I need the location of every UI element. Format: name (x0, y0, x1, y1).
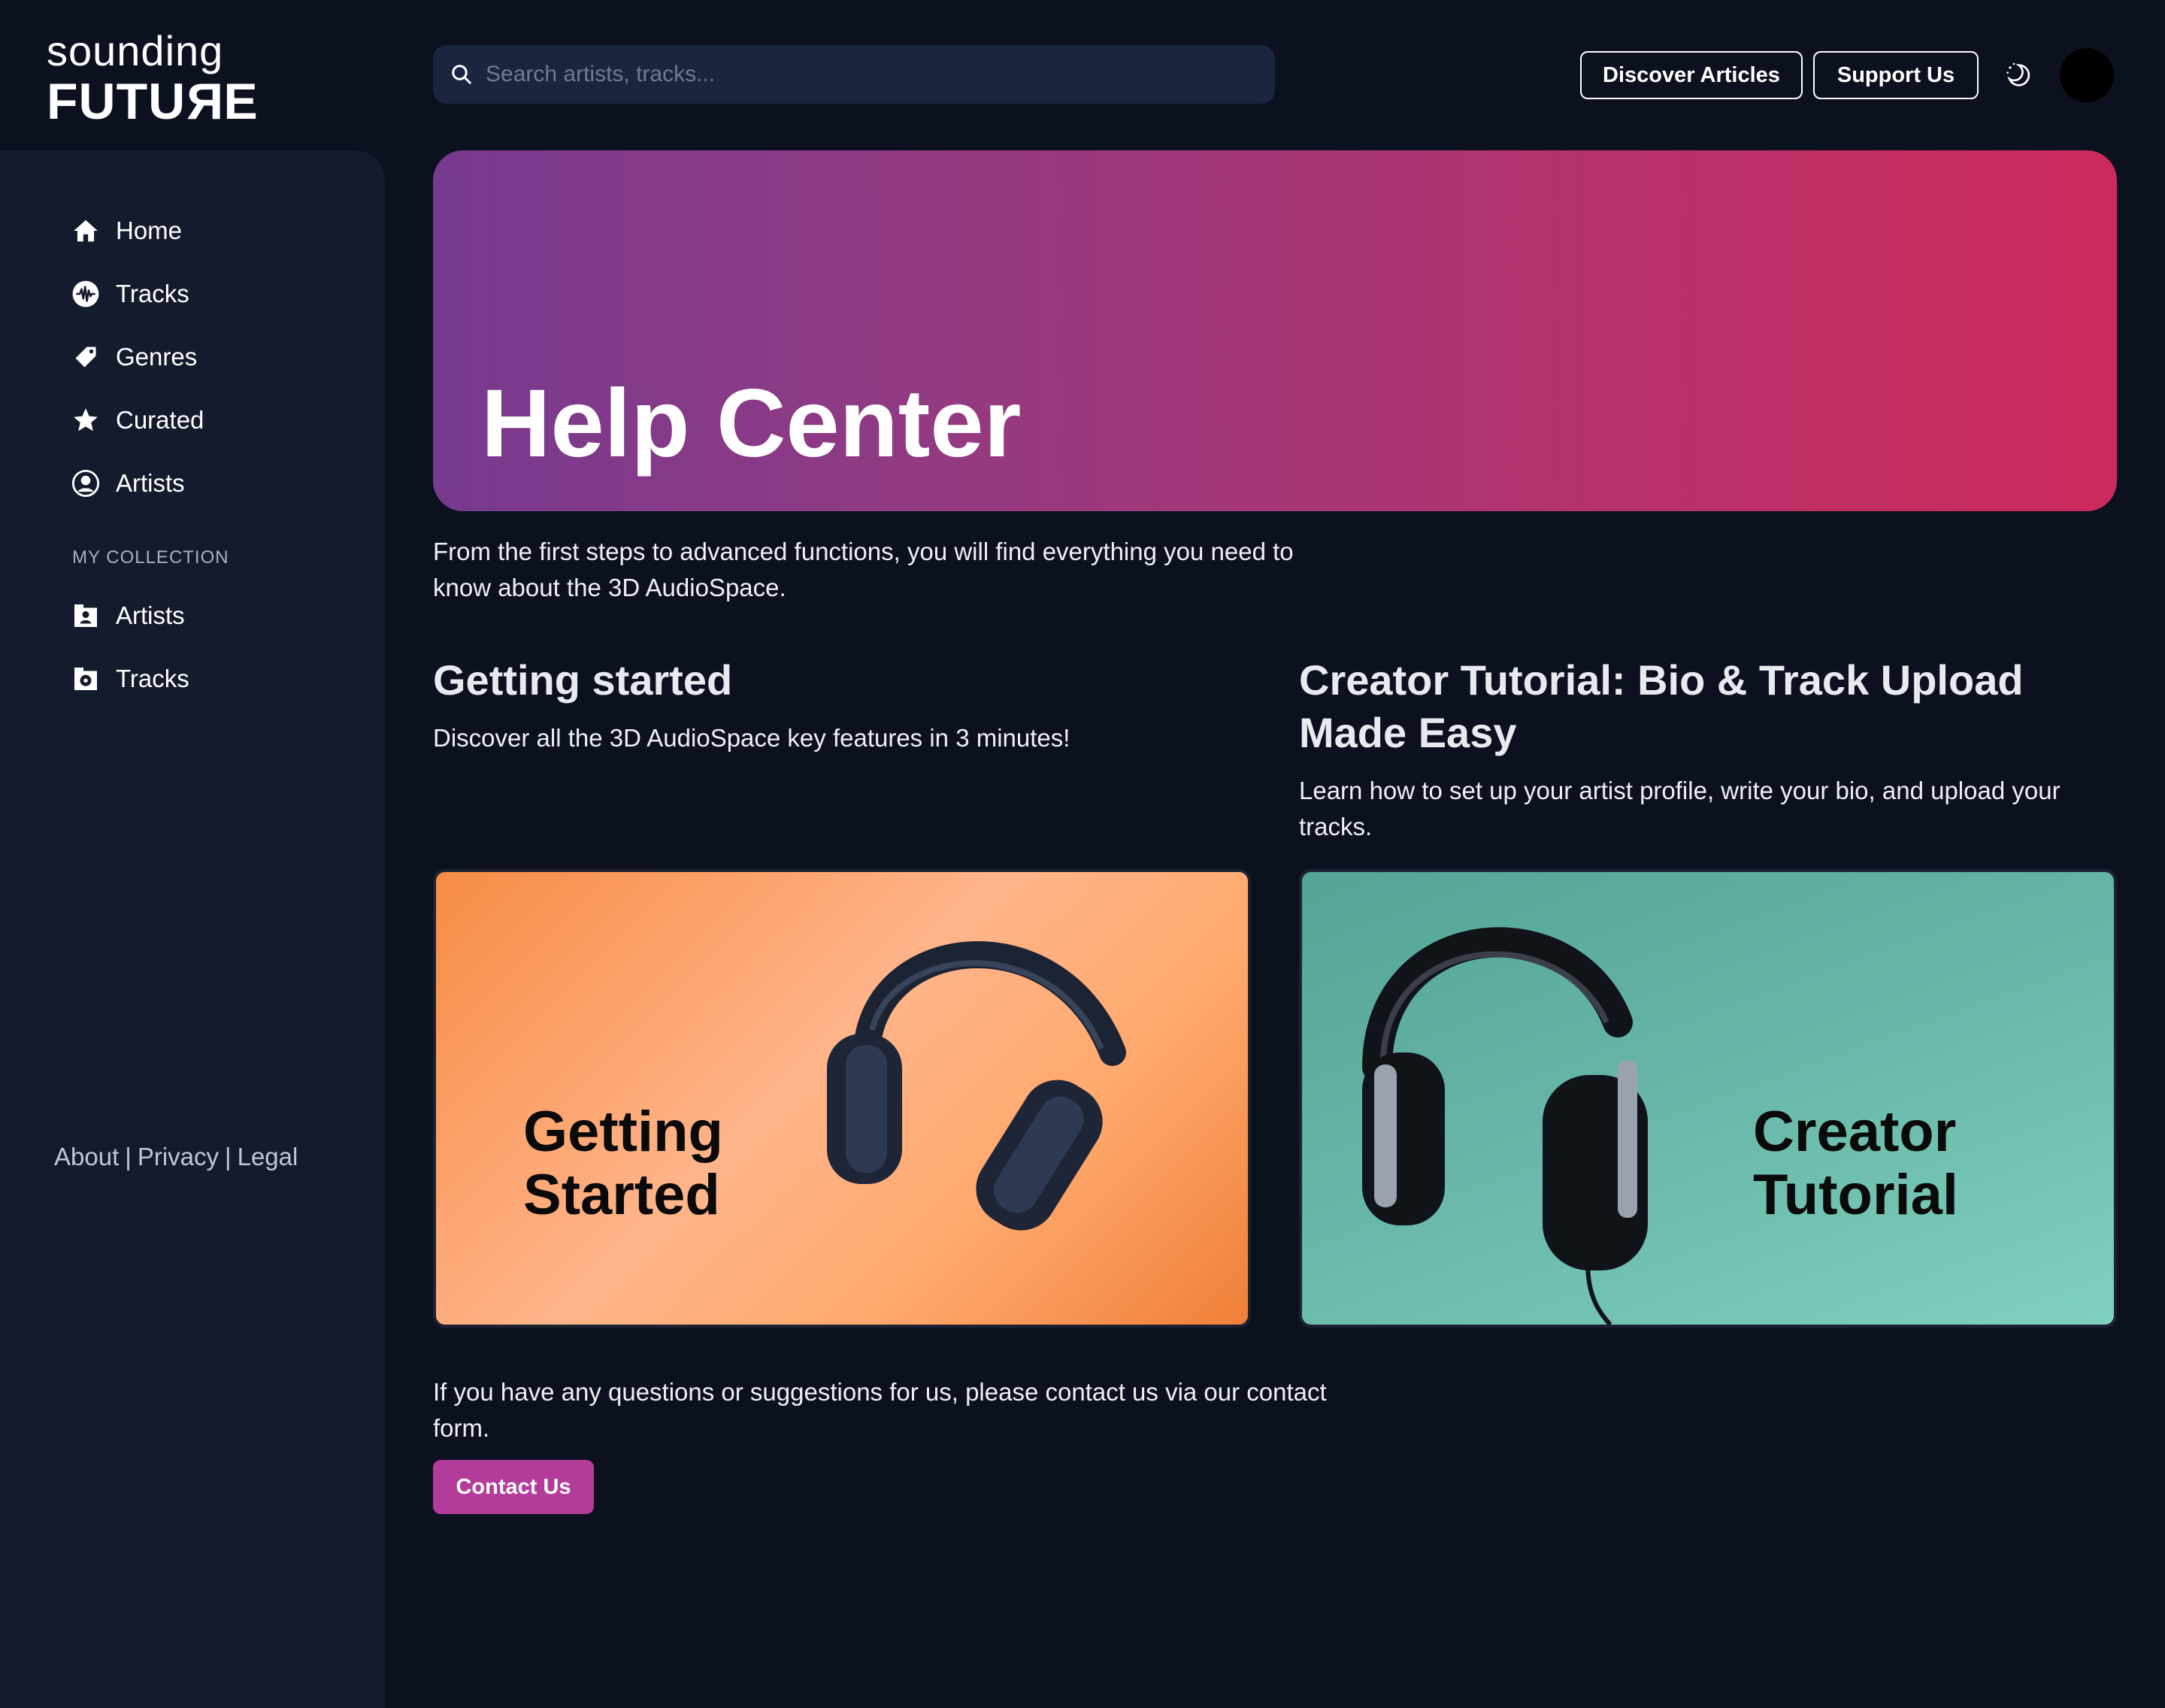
sidebar-item-label: Artists (116, 601, 185, 629)
creator-tutorial-video-thumbnail[interactable]: Creator Tutorial (1299, 869, 2117, 1328)
footer-separator: | (125, 1143, 132, 1170)
thumbnail-title-line2: Tutorial (1753, 1163, 1959, 1227)
sidebar-item-label: Genres (116, 343, 198, 371)
sidebar-item-collection-tracks[interactable]: Tracks (71, 660, 189, 698)
sidebar-item-tracks[interactable]: Tracks (71, 275, 189, 313)
thumbnail-title-line2: Started (523, 1163, 720, 1227)
home-icon (71, 216, 101, 246)
getting-started-title: Getting started (433, 656, 733, 704)
sidebar-item-label: Tracks (116, 280, 189, 307)
user-circle-icon (71, 468, 101, 498)
sidebar-item-label: Home (116, 217, 183, 244)
contact-text: If you have any questions or suggestions… (433, 1378, 1327, 1442)
theme-toggle-moon-icon[interactable] (2000, 57, 2036, 93)
search-bar[interactable] (433, 45, 1275, 104)
waveform-icon (71, 279, 101, 309)
avatar[interactable] (2060, 48, 2114, 102)
headphones-icon (827, 941, 1126, 1231)
my-collection-heading: MY COLLECTION (72, 547, 229, 568)
page-title: Help Center (481, 370, 1022, 477)
creator-tutorial-description: Learn how to set up your artist profile,… (1299, 777, 2061, 840)
privacy-link[interactable]: Privacy (138, 1143, 219, 1171)
brand-logo[interactable]: sounding FUTURE (47, 27, 259, 131)
intro-text: From the first steps to advanced functio… (433, 538, 1294, 601)
sidebar-item-artists[interactable]: Artists (71, 465, 185, 502)
sidebar-item-label: Artists (116, 469, 185, 497)
track-collection-icon (71, 664, 101, 694)
sidebar-item-label: Tracks (116, 665, 189, 692)
getting-started-description: Discover all the 3D AudioSpace key featu… (433, 724, 1070, 752)
sidebar-item-curated[interactable]: Curated (71, 401, 204, 439)
search-icon (447, 59, 477, 89)
sidebar: Home Tracks Genres Curated Artists MY CO… (0, 150, 385, 1708)
discover-articles-button[interactable]: Discover Articles (1580, 51, 1803, 99)
sidebar-item-label: Curated (116, 406, 204, 434)
getting-started-video-thumbnail[interactable]: Getting Started (433, 869, 1251, 1328)
star-icon (71, 405, 101, 435)
about-link[interactable]: About (54, 1143, 119, 1171)
hero-banner: Help Center (433, 150, 2117, 511)
contact-us-button[interactable]: Contact Us (433, 1460, 594, 1514)
thumbnail-title-line1: Creator (1753, 1100, 1957, 1164)
sidebar-item-home[interactable]: Home (71, 212, 182, 250)
sidebar-item-collection-artists[interactable]: Artists (71, 597, 185, 634)
brand-logo-part: E (223, 73, 259, 130)
headphones-icon (1362, 927, 1648, 1325)
creator-tutorial-title: Creator Tutorial: Bio & Track Upload Mad… (1299, 656, 2024, 756)
sidebar-item-genres[interactable]: Genres (71, 338, 197, 376)
legal-link[interactable]: Legal (238, 1143, 298, 1171)
footer-links: About | Privacy | Legal (54, 1143, 298, 1171)
brand-logo-part: FUTU (47, 73, 186, 130)
page: sounding FUTURE Discover Articles Suppor… (0, 0, 2165, 1708)
footer-separator: | (225, 1143, 232, 1170)
tag-icon (71, 342, 101, 372)
brand-logo-line1: sounding (47, 27, 224, 74)
brand-logo-reversed-letter: R (186, 73, 224, 130)
support-us-button[interactable]: Support Us (1813, 51, 1979, 99)
artist-collection-icon (71, 601, 101, 631)
search-input[interactable] (486, 62, 1207, 87)
thumbnail-title-line1: Getting (523, 1100, 723, 1164)
brand-logo-line2: FUTURE (47, 73, 259, 130)
